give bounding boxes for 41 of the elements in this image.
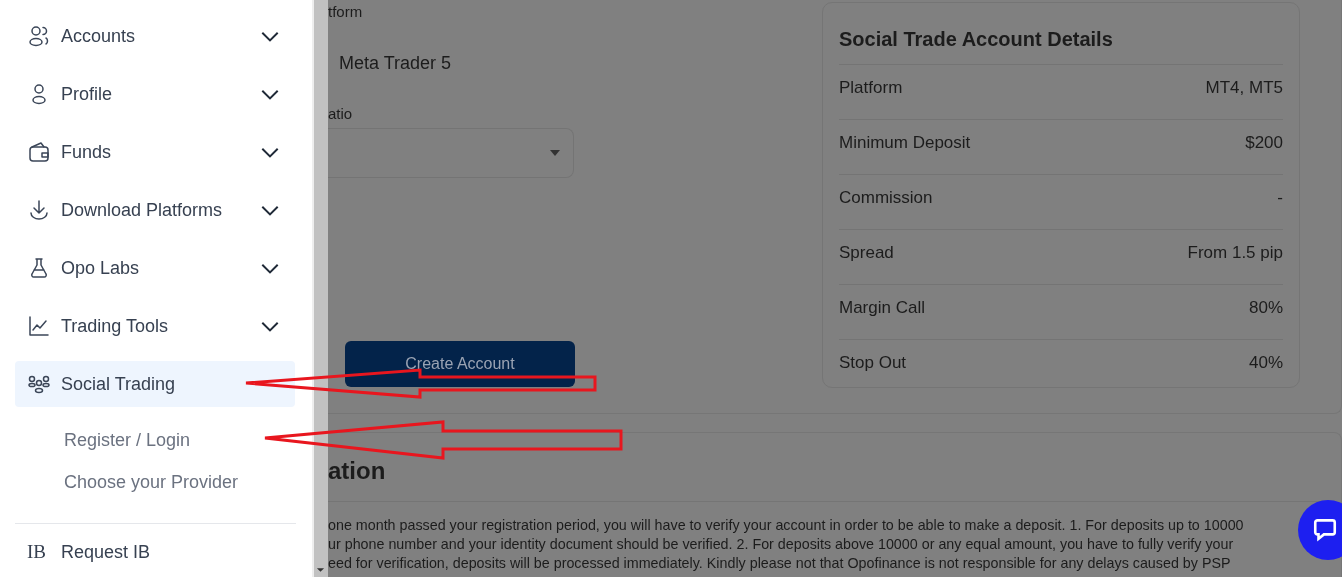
ib-label: IB — [27, 541, 47, 563]
sidebar-item[interactable]: Profile — [15, 71, 295, 117]
paragraph-line: ur phone number and your identity document should be verified. 2. For deposits above 10000 or any equal amount, you have to fully verify your — [328, 535, 1234, 554]
sidebar-item[interactable]: Accounts — [15, 13, 295, 59]
detail-label: Commission — [839, 187, 933, 209]
detail-value: $200 — [1245, 132, 1283, 154]
detail-label: Margin Call — [839, 297, 925, 319]
paragraph-line: one month passed your registration period, you will have to verify your account in order to be able to make a deposit. 1. For deposits up to 10000 — [328, 516, 1244, 535]
paragraph-line: eed for verification, deposits will be processed immediately. Kindly please not that Opofinance is not responsible for any delays caused by PSP — [328, 554, 1231, 573]
detail-label: Spread — [839, 242, 894, 264]
detail-value: 80% — [1248, 297, 1283, 319]
sidebar-item[interactable]: Trading Tools — [15, 303, 295, 349]
card-title: Social Trade Account Details — [839, 3, 1283, 65]
detail-label: Platform — [839, 77, 903, 99]
chat-button[interactable] — [1298, 500, 1342, 560]
submenu-item[interactable]: Choose your Provider — [64, 461, 312, 503]
field-label: atio — [328, 105, 354, 122]
scroll-down-icon[interactable] — [316, 567, 325, 573]
chat-bubble-icon — [1312, 516, 1338, 542]
detail-label: Stop Out — [839, 352, 907, 374]
platform-value: Meta Trader 5 — [339, 53, 453, 74]
create-account-button[interactable]: Create Account — [345, 341, 575, 387]
sidebar-item[interactable]: Social Trading — [15, 361, 295, 407]
section-heading: ation — [328, 457, 387, 485]
detail-value: From 1.5 pip — [1187, 242, 1283, 264]
sidebar-item[interactable]: Download Platforms — [15, 187, 295, 233]
detail-label: Minimum Deposit — [839, 132, 971, 154]
detail-value: - — [1277, 187, 1283, 209]
caret-icon — [550, 150, 560, 156]
scrollbar[interactable] — [312, 0, 328, 577]
field-label: tform — [328, 3, 364, 20]
download-icon — [27, 198, 51, 222]
submenu-item[interactable]: Register / Login — [64, 419, 312, 461]
users-icon — [27, 24, 51, 48]
detail-value: 40% — [1248, 352, 1283, 374]
chart-icon — [27, 314, 51, 338]
detail-value: MT4, MT5 — [1205, 77, 1283, 99]
wallet-icon — [27, 140, 51, 164]
sidebar-item[interactable]: Opo Labs — [15, 245, 295, 291]
sidebar-item[interactable]: Funds — [15, 129, 295, 175]
sidebar-item[interactable]: IB Request IB — [15, 532, 295, 572]
